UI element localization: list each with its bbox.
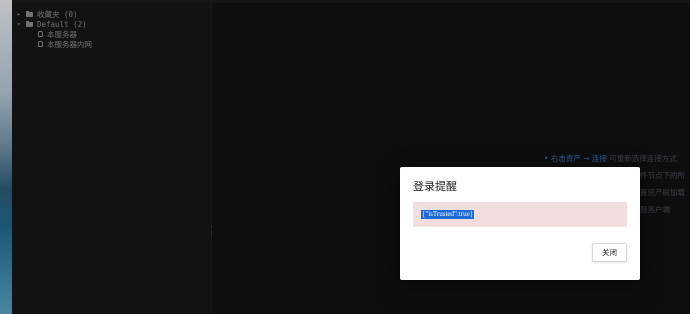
alert-message: {"isTrusted":true} [421,210,475,219]
close-button[interactable]: 关闭 [592,243,627,262]
dialog-title: 登录提醒 [413,180,457,193]
login-reminder-dialog: 登录提醒 {"isTrusted":true} 关闭 [400,167,640,280]
dialog-alert: {"isTrusted":true} [413,202,627,227]
